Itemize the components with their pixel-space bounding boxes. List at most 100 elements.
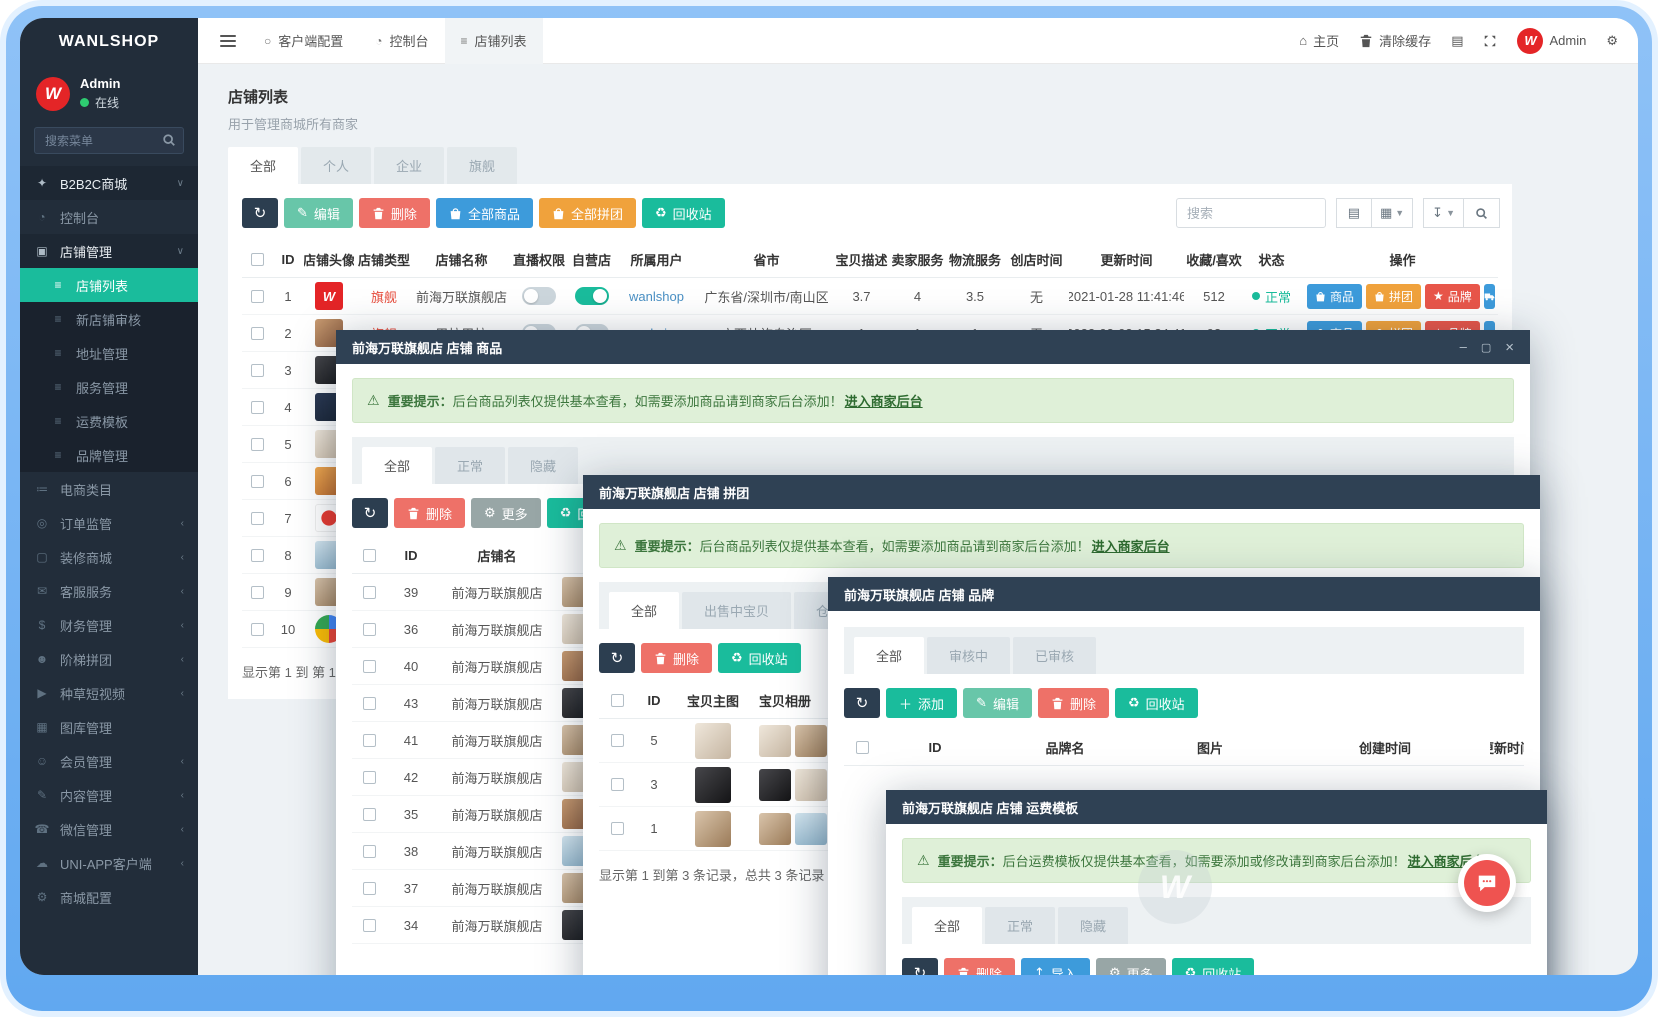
sidebar-item[interactable]: ☎ 微信管理 ‹ [20, 812, 198, 846]
home-button[interactable]: ⌂ 主页 [1299, 31, 1339, 50]
row-checkbox[interactable] [251, 401, 264, 414]
tab-all[interactable]: 全部 [609, 592, 679, 629]
row-checkbox[interactable] [251, 623, 264, 636]
sidebar-item[interactable]: ▦ 图库管理 [20, 710, 198, 744]
row-checkbox[interactable] [251, 549, 264, 562]
row-checkbox[interactable] [363, 771, 376, 784]
menu-toggle-icon[interactable] [208, 18, 248, 64]
sidebar-item[interactable]: ✉ 客服服务 ‹ [20, 574, 198, 608]
tab-flagship[interactable]: 旗舰 [447, 147, 517, 184]
sidebar-item[interactable]: ☻ 阶梯拼团 ‹ [20, 642, 198, 676]
recycle-bin-button[interactable]: ♻回收站 [1172, 958, 1255, 975]
topnav-tab-client-config[interactable]: ○ 客户端配置 [248, 18, 359, 64]
row-checkbox[interactable] [251, 475, 264, 488]
sidebar-item[interactable]: ◔ 控制台 [20, 200, 198, 234]
goods-button[interactable]: 商品 [1307, 284, 1362, 309]
sidebar-item[interactable]: ☁ UNI-APP客户端 ‹ [20, 846, 198, 880]
sidebar-subitem[interactable]: 品牌管理 [20, 438, 198, 472]
row-checkbox[interactable] [363, 845, 376, 858]
select-all-checkbox[interactable] [611, 694, 624, 707]
refresh-button[interactable]: ↻ [352, 498, 388, 528]
tab-personal[interactable]: 个人 [301, 147, 371, 184]
modal-header[interactable]: 前海万联旗舰店 店铺 运费模板 [886, 790, 1547, 824]
delete-button[interactable]: 删除 [641, 643, 712, 673]
modal-header[interactable]: 前海万联旗舰店 店铺 品牌 [828, 577, 1540, 611]
row-checkbox[interactable] [251, 586, 264, 599]
sidebar-item[interactable]: $ 财务管理 ‹ [20, 608, 198, 642]
select-all-checkbox[interactable] [363, 549, 376, 562]
delete-button[interactable]: 删除 [394, 498, 465, 528]
row-checkbox[interactable] [363, 734, 376, 747]
sidebar-item[interactable]: ▢ 装修商城 ‹ [20, 540, 198, 574]
chat-fab-button[interactable] [1458, 854, 1516, 912]
sidebar-item[interactable]: ▶ 种草短视频 ‹ [20, 676, 198, 710]
sidebar-item[interactable]: ☺ 会员管理 ‹ [20, 744, 198, 778]
sidebar-item[interactable]: ✦ B2B2C商城 ∨ [20, 166, 198, 200]
merchant-backend-link[interactable]: 进入商家后台 [1092, 539, 1170, 554]
sidebar-item[interactable]: ✎ 内容管理 ‹ [20, 778, 198, 812]
refresh-button[interactable]: ↻ [599, 643, 635, 673]
user-settings-button[interactable]: ⚙ [1606, 33, 1618, 49]
sidebar-subitem[interactable]: 运费模板 [20, 404, 198, 438]
tab-all[interactable]: 全部 [854, 637, 924, 674]
tab-normal[interactable]: 正常 [435, 447, 505, 484]
export-button[interactable]: ↧▼ [1423, 198, 1464, 228]
brand-button[interactable]: ★品牌 [1425, 284, 1480, 309]
delete-button[interactable]: 删除 [1038, 688, 1109, 718]
row-checkbox[interactable] [363, 586, 376, 599]
all-goods-button[interactable]: 全部商品 [436, 198, 533, 228]
topnav-tab-shop-list[interactable]: ≡ 店铺列表 [445, 18, 543, 64]
clear-cache-button[interactable]: 清除缓存 [1359, 31, 1431, 50]
fullscreen-button[interactable] [1483, 34, 1497, 48]
tab-on-sale[interactable]: 出售中宝贝 [682, 592, 791, 629]
row-checkbox[interactable] [363, 919, 376, 932]
minimize-icon[interactable] [1460, 339, 1467, 356]
row-checkbox[interactable] [251, 438, 264, 451]
edit-button[interactable]: ✎编辑 [284, 198, 353, 228]
delete-button[interactable]: 删除 [359, 198, 430, 228]
close-icon[interactable] [1505, 339, 1514, 356]
tab-reviewed[interactable]: 已审核 [1013, 637, 1096, 674]
tab-all[interactable]: 全部 [362, 447, 432, 484]
maximize-icon[interactable] [1481, 339, 1491, 356]
row-checkbox[interactable] [363, 623, 376, 636]
row-checkbox[interactable] [363, 697, 376, 710]
row-checkbox[interactable] [611, 822, 624, 835]
columns-button[interactable]: ▦▼ [1372, 198, 1413, 228]
self-operated-toggle[interactable] [575, 287, 609, 305]
recycle-bin-button[interactable]: ♻回收站 [642, 198, 725, 228]
select-all-checkbox[interactable] [251, 253, 264, 266]
search-input[interactable] [1176, 198, 1326, 228]
topnav-tab-dashboard[interactable]: ◔ 控制台 [359, 18, 444, 64]
merchant-backend-link[interactable]: 进入商家后台 [845, 394, 923, 409]
row-checkbox[interactable] [611, 734, 624, 747]
row-checkbox[interactable] [363, 882, 376, 895]
owner-user-link[interactable]: wanlshop [614, 289, 699, 304]
row-checkbox[interactable] [363, 808, 376, 821]
copy-page-button[interactable]: ▤ [1451, 33, 1463, 49]
groupon-button[interactable]: 拼团 [1366, 284, 1421, 309]
user-menu[interactable]: W Admin [1517, 28, 1586, 54]
row-checkbox[interactable] [363, 660, 376, 673]
sidebar-item[interactable]: ≔ 电商类目 [20, 472, 198, 506]
modal-header[interactable]: 前海万联旗舰店 店铺 拼团 [583, 475, 1540, 509]
row-checkbox[interactable] [251, 290, 264, 303]
import-button[interactable]: ↥导入 [1021, 958, 1090, 975]
tab-hidden[interactable]: 隐藏 [508, 447, 578, 484]
refresh-button[interactable]: ↻ [242, 198, 278, 228]
edit-button[interactable]: ✎编辑 [963, 688, 1032, 718]
sidebar-subitem[interactable]: 服务管理 [20, 370, 198, 404]
add-button[interactable]: ＋添加 [886, 688, 957, 718]
sidebar-item[interactable]: ⚙ 商城配置 [20, 880, 198, 914]
tab-enterprise[interactable]: 企业 [374, 147, 444, 184]
tab-all[interactable]: 全部 [228, 147, 298, 184]
modal-header[interactable]: 前海万联旗舰店 店铺 商品 [336, 330, 1530, 364]
tab-hidden[interactable]: 隐藏 [1058, 907, 1128, 944]
tab-all[interactable]: 全部 [912, 907, 982, 944]
delete-button[interactable]: 删除 [944, 958, 1015, 975]
sidebar-subitem[interactable]: 店铺列表 [20, 268, 198, 302]
tab-normal[interactable]: 正常 [985, 907, 1055, 944]
row-checkbox[interactable] [251, 327, 264, 340]
row-checkbox[interactable] [611, 778, 624, 791]
recycle-bin-button[interactable]: ♻回收站 [1115, 688, 1198, 718]
